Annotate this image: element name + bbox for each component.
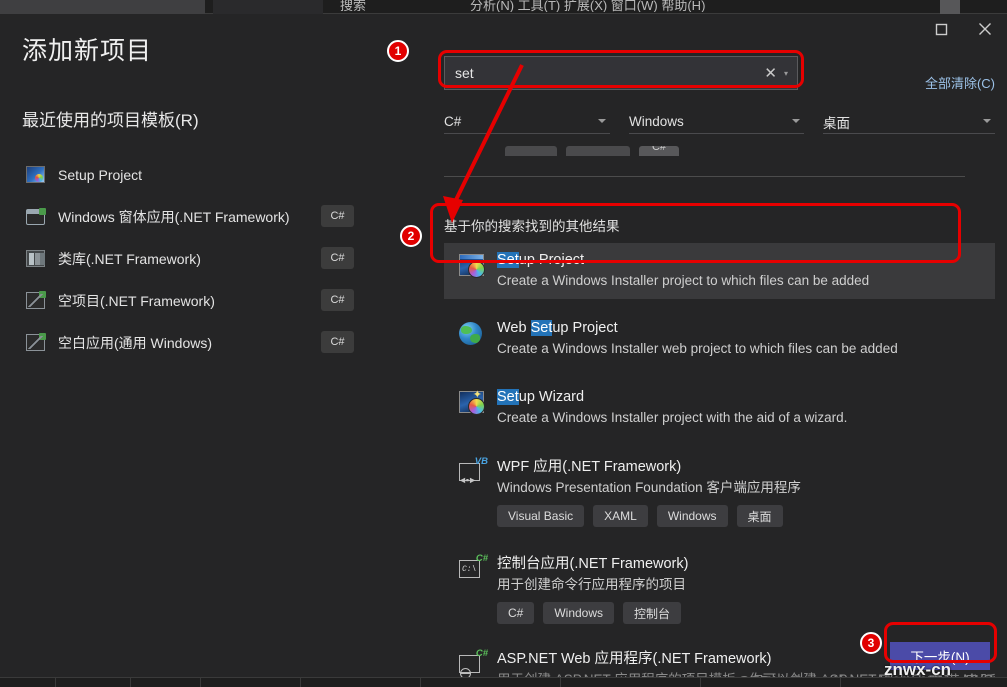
recent-item-label: 空白应用(通用 Windows) (58, 335, 213, 351)
result-title: Web Setup Project (497, 320, 618, 336)
chevron-down-icon (792, 119, 800, 123)
wpf-vb-icon: VB ◄▪► (458, 456, 488, 485)
language-badge: C# (321, 205, 354, 227)
setup-project-icon (26, 166, 46, 184)
close-icon[interactable] (963, 14, 1007, 44)
filter-project-type[interactable]: 桌面 (823, 110, 995, 134)
tag-chip[interactable]: 控制台 (623, 602, 682, 624)
host-menu-ghost: 分析(N) 工具(T) 扩展(X) 窗口(W) 帮助(H) (470, 0, 706, 12)
clipped-tag (505, 146, 557, 156)
result-item-web-setup-project[interactable]: Web Setup Project Create a Windows Insta… (444, 311, 995, 367)
result-item-setup-wizard[interactable]: ✦ Setup Wizard Create a Windows Installe… (444, 380, 995, 436)
result-tags: Visual Basic XAML Windows 桌面 (497, 505, 995, 527)
result-title: WPF 应用(.NET Framework) (497, 459, 682, 475)
host-strip-segment (213, 0, 323, 14)
tag-chip[interactable]: 桌面 (736, 505, 783, 527)
language-badge: C# (321, 289, 354, 311)
add-new-project-dialog: 添加新项目 最近使用的项目模板(R) Setup Project Windows… (0, 14, 1007, 687)
tag-chip[interactable]: Windows (543, 602, 615, 624)
recent-templates-heading: 最近使用的项目模板(R) (22, 111, 199, 130)
blank-app-icon (26, 333, 46, 352)
filter-platform-value: Windows (629, 114, 684, 129)
result-item-console-app[interactable]: C# C:\ 控制台应用(.NET Framework) 用于创建命令行应用程序的… (444, 547, 995, 630)
recent-item-class-library[interactable]: 类库(.NET Framework) C# (16, 238, 376, 280)
console-cs-icon: C# C:\ (459, 553, 488, 582)
recent-item-label: Setup Project (58, 167, 143, 183)
filter-platform[interactable]: Windows (629, 110, 804, 134)
result-title: Setup Wizard (497, 389, 585, 405)
clipped-tag: C# (639, 146, 679, 156)
recent-item-label: 类库(.NET Framework) (58, 251, 201, 267)
result-description: Create a Windows Installer web project t… (497, 341, 898, 356)
annotation-badge-3: 3 (860, 632, 882, 654)
annotation-rect-search (438, 50, 804, 88)
empty-project-icon (26, 291, 46, 310)
language-badge: C# (321, 331, 354, 353)
result-description: Create a Windows Installer project with … (497, 410, 848, 425)
chevron-down-icon (598, 119, 606, 123)
recent-item-windows-forms[interactable]: Windows 窗体应用(.NET Framework) C# (16, 196, 376, 238)
recent-item-empty-project[interactable]: 空项目(.NET Framework) C# (16, 280, 376, 322)
host-search-ghost: 搜索 (340, 0, 367, 12)
host-strip-segment (940, 0, 960, 14)
result-description: Windows Presentation Foundation 客户端应用程序 (497, 480, 801, 495)
clipped-tag-row: C# (505, 146, 688, 156)
result-tags: C# Windows 控制台 (497, 602, 995, 624)
filter-language-value: C# (444, 114, 462, 129)
result-item-wpf-app[interactable]: VB ◄▪► WPF 应用(.NET Framework) Windows Pre… (444, 450, 995, 533)
windows-forms-icon (26, 208, 46, 226)
filter-project-type-value: 桌面 (823, 115, 850, 131)
setup-wizard-icon: ✦ (459, 390, 485, 415)
clear-all-link[interactable]: 全部清除(C) (925, 73, 995, 92)
recent-item-label: Windows 窗体应用(.NET Framework) (58, 209, 290, 225)
recent-item-setup-project[interactable]: Setup Project (16, 154, 376, 196)
tag-chip[interactable]: Visual Basic (497, 505, 585, 527)
tag-chip[interactable]: C# (497, 602, 535, 624)
result-description: Create a Windows Installer project to wh… (497, 273, 870, 288)
window-controls (887, 14, 1007, 44)
divider (444, 176, 965, 177)
result-title: 控制台应用(.NET Framework) (497, 556, 689, 572)
host-bottom-strip (0, 677, 1007, 687)
filter-language[interactable]: C# (444, 110, 610, 134)
filter-row: C# Windows 桌面 (444, 110, 995, 134)
class-library-icon (26, 250, 46, 268)
host-ide-strip: 搜索 分析(N) 工具(T) 扩展(X) 窗口(W) 帮助(H) (0, 0, 1007, 14)
aspnet-web-icon: C# (459, 648, 488, 679)
search-results-list: Setup Project Create a Windows Installer… (444, 219, 995, 687)
chevron-down-icon (983, 119, 991, 123)
maximize-icon[interactable] (919, 14, 963, 44)
language-badge: C# (321, 247, 354, 269)
tag-chip[interactable]: Windows (656, 505, 728, 527)
annotation-badge-2: 2 (400, 225, 422, 247)
web-globe-icon (459, 322, 485, 346)
recent-item-blank-app[interactable]: 空白应用(通用 Windows) C# (16, 322, 376, 364)
clipped-tag (566, 146, 630, 156)
page-title: 添加新项目 (22, 37, 153, 65)
annotation-rect-next (884, 622, 997, 663)
annotation-badge-1: 1 (387, 40, 409, 62)
annotation-rect-result (430, 203, 961, 263)
recent-templates-list: Setup Project Windows 窗体应用(.NET Framewor… (16, 154, 376, 364)
result-description: 用于创建命令行应用程序的项目 (497, 577, 686, 592)
tag-chip[interactable]: XAML (593, 505, 648, 527)
recent-item-label: 空项目(.NET Framework) (58, 293, 215, 309)
host-strip-segment (0, 0, 205, 14)
